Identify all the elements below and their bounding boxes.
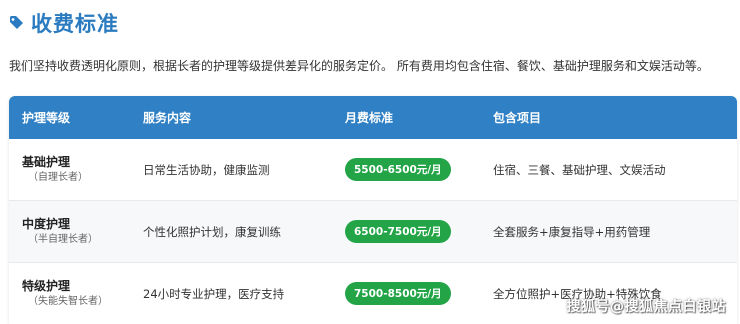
intro-text: 我们坚持收费透明化原则，根据长者的护理等级提供差异化的服务定价。 所有费用均包含… bbox=[9, 59, 709, 73]
table-row: 基础护理 （自理长者） 日常生活协助，健康监测 5500-6500元/月 住宿、… bbox=[9, 139, 737, 201]
table-row: 中度护理 （半自理长者） 个性化照护计划，康复训练 6500-7500元/月 全… bbox=[9, 201, 737, 263]
table-header: 护理等级 服务内容 月费标准 包含项目 bbox=[9, 96, 737, 139]
level-name: 特级护理 bbox=[22, 278, 71, 293]
level-subtitle: （失能失智长者） bbox=[28, 295, 108, 307]
level-name: 基础护理 bbox=[22, 154, 71, 169]
service-cell: 24小时专业护理，医疗支持 bbox=[143, 286, 285, 301]
pricing-table: 护理等级 服务内容 月费标准 包含项目 基础护理 （自理长者） 日常生活协助，健… bbox=[9, 96, 737, 324]
includes-cell: 全套服务+康复指导+用药管理 bbox=[493, 224, 651, 239]
tag-icon bbox=[10, 16, 23, 29]
column-header-service: 服务内容 bbox=[143, 111, 192, 125]
level-subtitle: （自理长者） bbox=[28, 171, 88, 183]
column-header-price: 月费标准 bbox=[345, 111, 394, 125]
price-badge: 5500-6500元/月 bbox=[345, 158, 451, 181]
section-header: 收费标准 bbox=[9, 8, 119, 38]
column-header-includes: 包含项目 bbox=[493, 111, 542, 125]
includes-cell: 住宿、三餐、基础护理、文娱活动 bbox=[493, 162, 666, 177]
service-cell: 日常生活协助，健康监测 bbox=[143, 162, 270, 177]
level-cell: 基础护理 （自理长者） bbox=[9, 154, 143, 186]
price-cell: 6500-7500元/月 bbox=[345, 220, 493, 243]
price-cell: 7500-8500元/月 bbox=[345, 282, 493, 305]
watermark: 搜狐号@搜狐焦点白银站 bbox=[566, 299, 726, 315]
price-badge: 7500-8500元/月 bbox=[345, 282, 451, 305]
column-header-level: 护理等级 bbox=[22, 111, 71, 125]
level-name: 中度护理 bbox=[22, 216, 71, 231]
price-cell: 5500-6500元/月 bbox=[345, 158, 493, 181]
level-cell: 中度护理 （半自理长者） bbox=[9, 216, 143, 248]
page-title: 收费标准 bbox=[31, 12, 119, 36]
price-badge: 6500-7500元/月 bbox=[345, 220, 451, 243]
level-cell: 特级护理 （失能失智长者） bbox=[9, 278, 143, 310]
service-cell: 个性化照护计划，康复训练 bbox=[143, 224, 281, 239]
level-subtitle: （半自理长者） bbox=[28, 233, 98, 245]
